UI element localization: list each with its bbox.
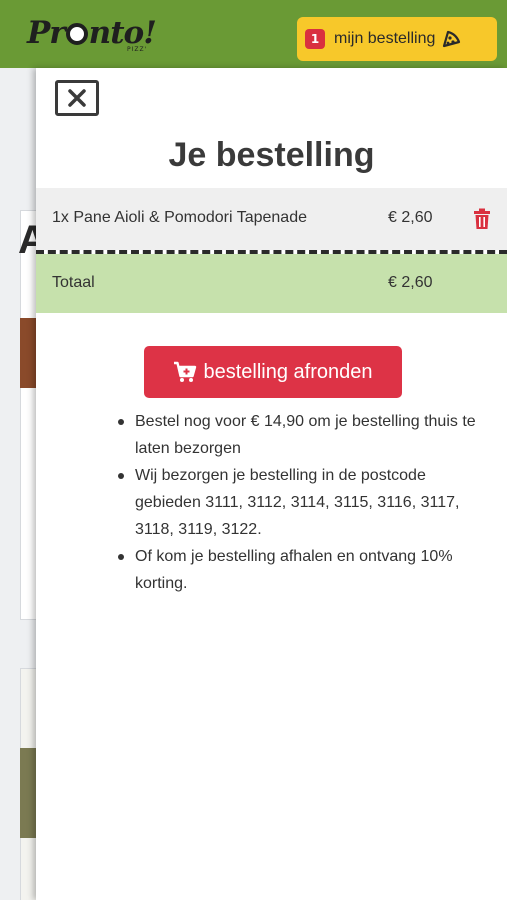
panel-title: Je bestelling [168, 136, 375, 174]
close-icon [68, 89, 86, 107]
background-page: A [0, 68, 36, 900]
checkout-label: bestelling afronden [203, 360, 373, 383]
info-item: Bestel nog voor € 14,90 om je bestelling… [118, 408, 488, 462]
my-order-label: mijn bestelling [334, 30, 436, 47]
cart-plus-icon [174, 361, 197, 382]
close-button[interactable] [55, 80, 99, 116]
total-label: Totaal [52, 274, 95, 291]
checkout-button[interactable]: bestelling afronden [144, 346, 402, 398]
order-item-row: 1x Pane Aioli & Pomodori Tapenade € 2,60 [36, 188, 507, 250]
delivery-info-list: Bestel nog voor € 14,90 om je bestelling… [118, 408, 488, 597]
my-order-button[interactable]: 1 mijn bestelling [297, 17, 497, 61]
background-card [20, 210, 36, 620]
order-item-name: 1x Pane Aioli & Pomodori Tapenade [52, 209, 307, 226]
background-image [20, 318, 36, 388]
top-bar: Pr nto! PIZZ' 1 mijn bestelling [0, 0, 507, 68]
trash-icon[interactable] [473, 208, 491, 230]
total-price: € 2,60 [388, 274, 433, 291]
order-item-price: € 2,60 [388, 209, 433, 226]
logo-o-circle [65, 23, 88, 45]
background-heading-letter: A [18, 218, 36, 262]
info-item: Of kom je bestelling afhalen en ontvang … [118, 543, 488, 597]
order-panel: Je bestelling 1x Pane Aioli & Pomodori T… [36, 68, 507, 900]
info-item: Wij bezorgen je bestelling in de postcod… [118, 462, 488, 543]
order-total-row: Totaal € 2,60 [36, 254, 507, 313]
logo-subtext: PIZZ' [127, 46, 148, 53]
order-count-badge: 1 [305, 29, 325, 49]
background-image [20, 748, 36, 838]
pizza-slice-icon [443, 30, 461, 48]
